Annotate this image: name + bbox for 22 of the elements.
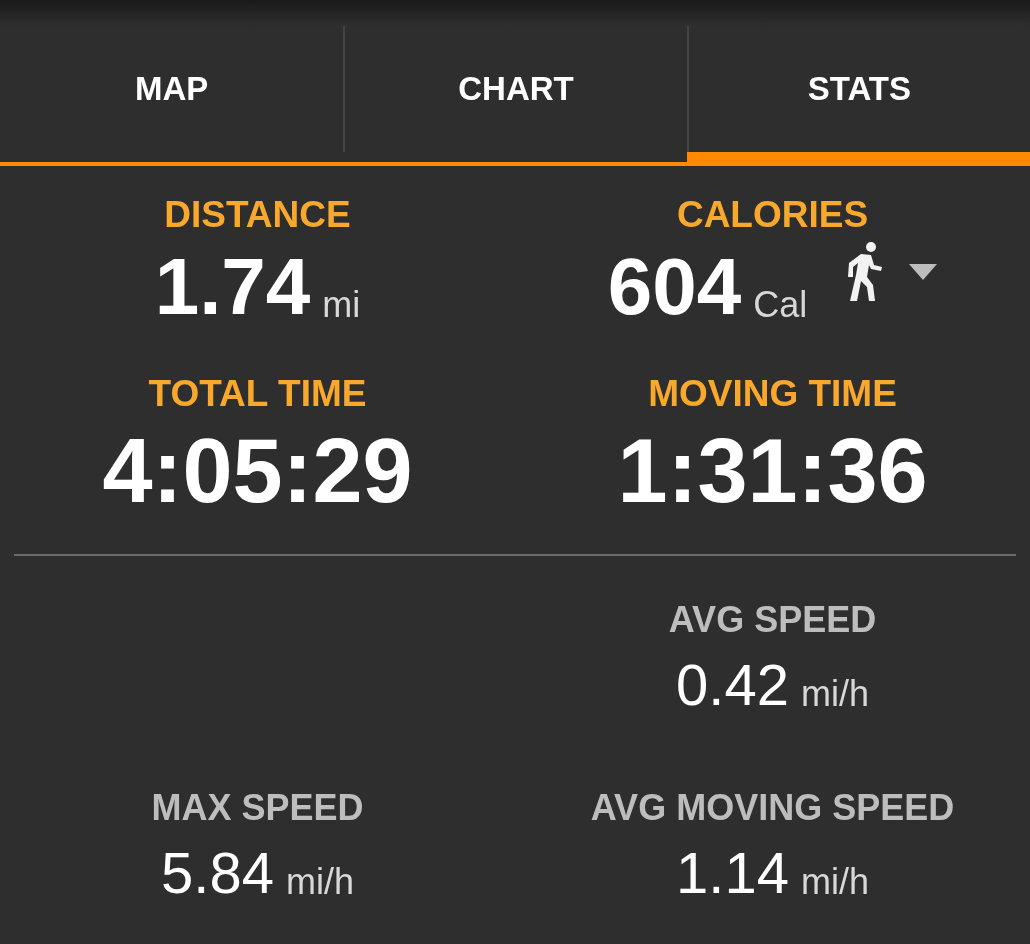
tab[interactable]: MAP xyxy=(0,26,344,152)
stat-label: AVG SPEED xyxy=(668,602,877,638)
stat-unit: mi/h xyxy=(800,676,869,712)
stat-unit: mi xyxy=(322,287,361,323)
tab[interactable]: CHART xyxy=(343,26,687,152)
stat-label: CALORIES xyxy=(676,196,869,233)
stat-unit: mi/h xyxy=(800,864,869,900)
stat-value: 1.14 xyxy=(676,844,789,902)
stat-value: 1.74 xyxy=(154,247,311,327)
stat-label: AVG MOVING SPEED xyxy=(590,790,955,826)
stat-value: 4:05:29 xyxy=(102,426,413,516)
stat-unit: Cal xyxy=(753,287,808,323)
stat-label: TOTAL TIME xyxy=(148,375,367,412)
dropdown-caret-icon[interactable] xyxy=(909,264,938,280)
stat-label: MAX SPEED xyxy=(151,790,364,826)
stat-unit: mi/h xyxy=(285,864,354,900)
stat-label: MOVING TIME xyxy=(648,375,897,412)
stat-value: 5.84 xyxy=(161,844,274,902)
stat-value: 604 xyxy=(607,247,742,327)
stat-value: 1:31:36 xyxy=(617,426,928,516)
stat-label: DISTANCE xyxy=(164,196,351,233)
stat-value: 0.42 xyxy=(676,656,789,714)
